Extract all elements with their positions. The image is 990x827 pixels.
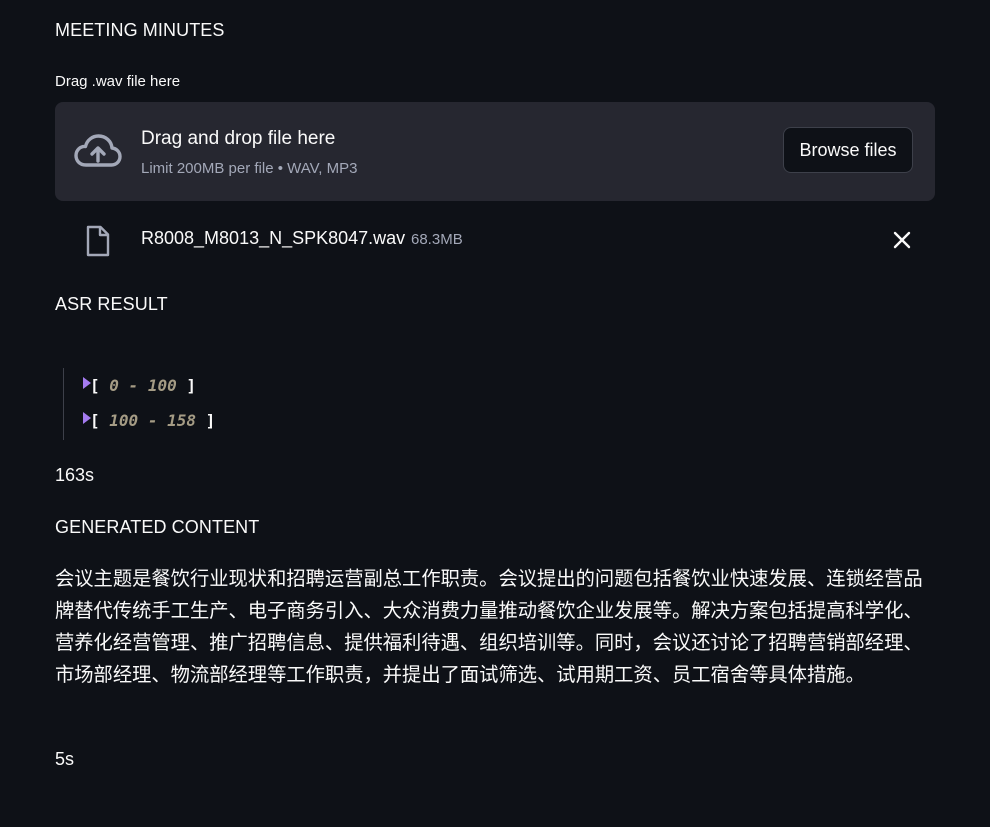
uploader-label: Drag .wav file here: [55, 73, 181, 90]
asr-result-heading: ASR RESULT: [55, 294, 168, 314]
segment-range: 0 - 100: [109, 376, 177, 395]
dropzone-title: Drag and drop file here: [141, 128, 336, 149]
generated-content-text: 会议主题是餐饮行业现状和招聘运营副总工作职责。会议提出的问题包括餐饮业快速发展、…: [55, 567, 923, 686]
browse-files-button[interactable]: Browse files: [783, 127, 913, 173]
file-dropzone[interactable]: Drag and drop file here Limit 200MB per …: [55, 102, 935, 201]
expand-caret-icon[interactable]: [83, 377, 91, 389]
asr-segment[interactable]: [ 100 - 158 ]: [83, 411, 215, 430]
uploaded-file-row: R8008_M8013_N_SPK8047.wav 68.3MB: [55, 219, 935, 259]
meeting-minutes-heading: MEETING MINUTES: [55, 20, 225, 40]
cloud-upload-icon: [74, 134, 122, 167]
asr-segment[interactable]: [ 0 - 100 ]: [83, 376, 196, 395]
uploaded-file-size: 68.3MB: [411, 231, 463, 248]
generation-elapsed-time: 5s: [55, 749, 75, 769]
file-icon: [86, 225, 110, 257]
generated-content-heading: GENERATED CONTENT: [55, 517, 260, 537]
expand-caret-icon[interactable]: [83, 412, 91, 424]
asr-json-viewer: [ 0 - 100 ] [ 100 - 158 ]: [63, 368, 364, 440]
dropzone-subtitle: Limit 200MB per file • WAV, MP3: [141, 160, 358, 177]
close-icon[interactable]: [891, 229, 913, 251]
asr-elapsed-time: 163s: [55, 465, 95, 485]
segment-range: 100 - 158: [109, 411, 196, 430]
uploaded-file-name: R8008_M8013_N_SPK8047.wav: [141, 228, 406, 248]
